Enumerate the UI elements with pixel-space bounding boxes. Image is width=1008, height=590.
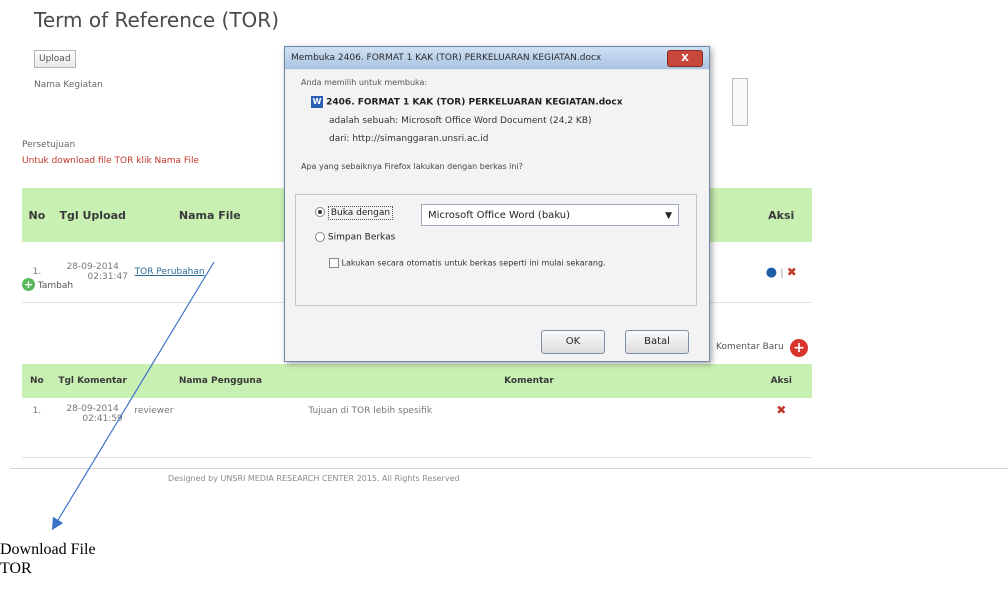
annotation-line2: TOR: [0, 560, 32, 577]
annotation-line1: Download File: [0, 541, 96, 558]
annotation-arrow: [51, 261, 215, 531]
annotation-label: Download File TOR: [0, 540, 96, 578]
